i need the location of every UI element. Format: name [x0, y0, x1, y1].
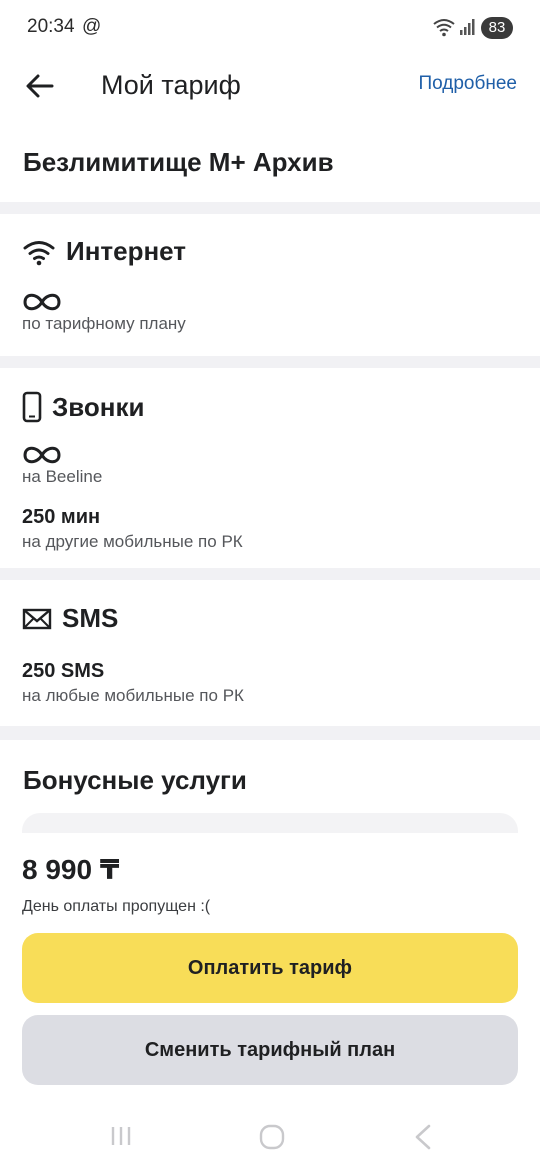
infinity-icon — [23, 446, 61, 464]
status-time: 20:34 — [27, 16, 75, 37]
system-nav-bar — [0, 1110, 540, 1170]
section-divider — [0, 568, 540, 580]
infinity-icon — [23, 293, 61, 311]
pay-tariff-button[interactable]: Оплатить тариф — [22, 933, 518, 1003]
back-nav-icon[interactable] — [411, 1123, 435, 1151]
section-divider — [0, 726, 540, 740]
bonus-title: Бонусные услуги — [23, 765, 247, 795]
status-bar: 20:34 @ 83 — [0, 0, 540, 56]
payment-note: День оплаты пропущен :( — [22, 898, 211, 915]
page-title: Мой тариф — [101, 70, 241, 100]
home-icon[interactable] — [258, 1123, 286, 1151]
calls-section-header: Звонки — [22, 391, 145, 423]
sms-title: SMS — [62, 603, 119, 633]
sms-section-header: SMS — [22, 603, 118, 634]
battery-icon: 83 — [481, 17, 513, 39]
arrow-left-icon[interactable] — [20, 66, 60, 106]
signal-icon — [460, 19, 475, 35]
price-value: 8 990 ₸ — [22, 854, 120, 885]
section-divider — [0, 202, 540, 214]
sms-value: 250 SMS — [22, 660, 105, 682]
phone-icon — [22, 391, 42, 423]
wifi-icon — [23, 240, 55, 265]
app-bar: Мой тариф Подробнее — [0, 56, 540, 116]
calls-minutes-label: на другие мобильные по РК — [22, 532, 243, 551]
plan-name: Безлимитище М+ Архив — [23, 147, 334, 177]
status-at-symbol: @ — [82, 16, 102, 37]
sms-label: на любые мобильные по РК — [22, 686, 244, 705]
internet-section-header: Интернет — [22, 236, 186, 267]
more-details-link[interactable]: Подробнее — [418, 73, 517, 95]
internet-title: Интернет — [66, 236, 187, 266]
envelope-icon — [22, 608, 52, 629]
calls-minutes-value: 250 мин — [22, 506, 101, 528]
recent-apps-icon[interactable] — [107, 1124, 135, 1148]
internet-unlimited-label: по тарифному плану — [22, 314, 186, 333]
section-divider — [0, 356, 540, 368]
change-plan-button[interactable]: Сменить тарифный план — [22, 1015, 518, 1085]
calls-title: Звонки — [52, 391, 145, 422]
calls-unlimited-label: на Beeline — [22, 467, 103, 486]
wifi-icon — [433, 19, 455, 37]
